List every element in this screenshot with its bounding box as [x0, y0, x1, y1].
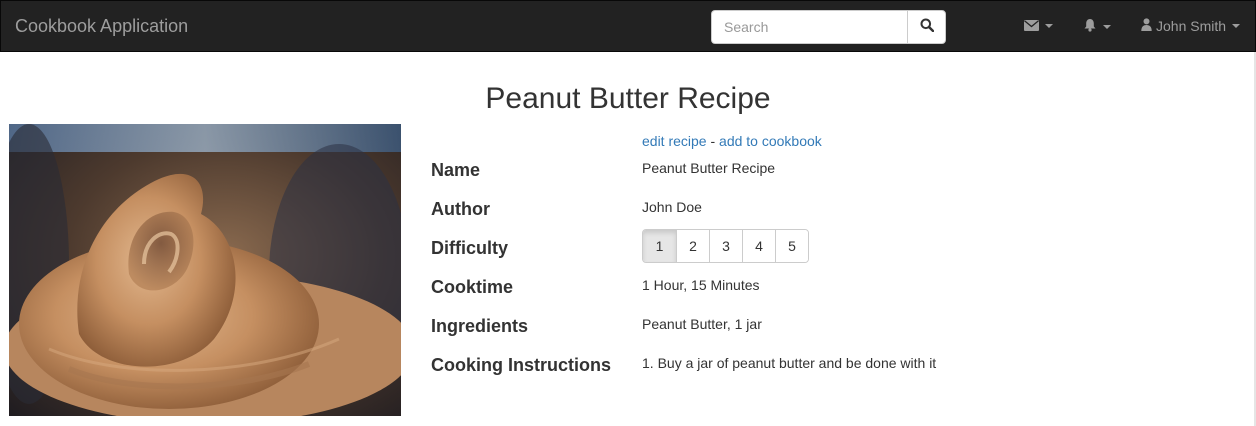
- name-value: Peanut Butter Recipe: [642, 160, 776, 176]
- difficulty-option-3[interactable]: 3: [709, 230, 742, 262]
- instructions-value: 1. Buy a jar of peanut butter and be don…: [642, 355, 937, 371]
- search-form: [711, 10, 946, 44]
- recipe-actions: edit recipe - add to cookbook: [642, 133, 822, 149]
- messages-dropdown[interactable]: [1024, 18, 1053, 34]
- cooktime-value: 1 Hour, 15 Minutes: [642, 277, 760, 293]
- ingredients-label: Ingredients: [431, 316, 529, 336]
- user-name: John Smith: [1156, 18, 1227, 34]
- instructions-label: Cooking Instructions: [431, 355, 611, 375]
- difficulty-option-4[interactable]: 4: [742, 230, 775, 262]
- chevron-down-icon: [1103, 24, 1111, 29]
- chevron-down-icon: [1232, 24, 1241, 28]
- actions-separator: -: [710, 133, 716, 149]
- difficulty-selector: 1 2 3 4 5: [642, 229, 809, 263]
- bell-icon: [1083, 18, 1097, 35]
- user-menu-dropdown[interactable]: John Smith: [1141, 18, 1241, 34]
- chevron-down-icon: [1045, 24, 1053, 28]
- cooktime-label: Cooktime: [431, 277, 514, 297]
- search-input[interactable]: [711, 10, 907, 44]
- search-button[interactable]: [907, 10, 946, 44]
- add-to-cookbook-link[interactable]: add to cookbook: [719, 133, 822, 149]
- app-brand[interactable]: Cookbook Application: [15, 16, 188, 37]
- top-navbar: Cookbook Application Search John Smith: [0, 0, 1256, 52]
- difficulty-label: Difficulty: [431, 238, 509, 258]
- difficulty-option-1[interactable]: 1: [643, 230, 676, 262]
- author-label: Author: [431, 199, 490, 219]
- page-title: Peanut Butter Recipe: [485, 82, 771, 115]
- ingredients-value: Peanut Butter, 1 jar: [642, 316, 762, 332]
- name-label: Name: [431, 160, 481, 180]
- envelope-icon: [1024, 18, 1039, 34]
- notifications-dropdown[interactable]: [1083, 18, 1111, 35]
- recipe-photo: [9, 124, 401, 416]
- search-icon: [920, 18, 934, 37]
- edit-recipe-link[interactable]: edit recipe: [642, 133, 707, 149]
- difficulty-option-2[interactable]: 2: [676, 230, 709, 262]
- difficulty-option-5[interactable]: 5: [775, 230, 808, 262]
- user-icon: [1141, 18, 1152, 34]
- author-value: John Doe: [642, 199, 702, 215]
